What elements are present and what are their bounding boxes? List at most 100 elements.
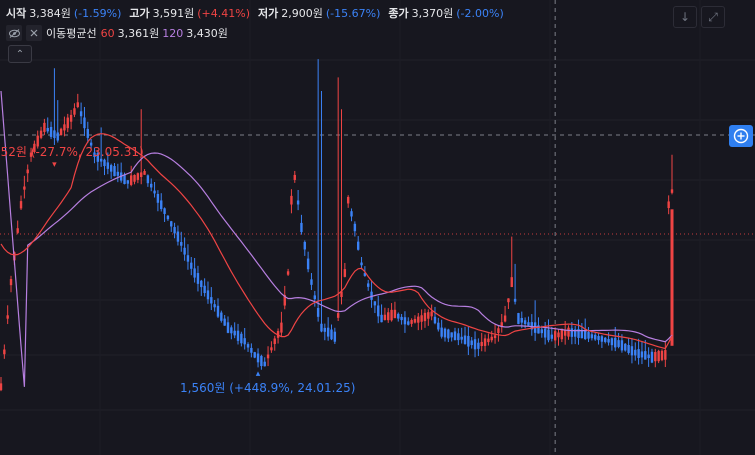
candle-body [420, 315, 423, 322]
candle-body [63, 124, 66, 131]
candle-body [393, 309, 397, 319]
candle-body [266, 354, 270, 359]
candle-body [196, 273, 200, 284]
candle-body [150, 183, 153, 188]
candle-body [193, 268, 196, 278]
candle-body [203, 285, 206, 294]
candle-body [650, 351, 654, 363]
candle-body [350, 211, 353, 217]
period-low-annotation: 1,560원 (+448.9%, 24.01.25) [180, 381, 356, 395]
candle-body [206, 290, 210, 300]
candle-body [644, 351, 647, 360]
candle-body [427, 312, 430, 319]
candle-body [176, 231, 180, 242]
candle-body [46, 127, 49, 132]
candle-body [457, 333, 460, 341]
download-icon: ↓ [679, 10, 691, 24]
candle-body [323, 327, 327, 332]
close-change: (-2.00%) [456, 7, 504, 20]
candle-body [320, 323, 323, 332]
candle-body [473, 339, 477, 350]
candle-body [180, 242, 183, 246]
candle-body [630, 346, 634, 356]
candle-body [614, 337, 617, 348]
candle-body [373, 301, 377, 306]
price-chart[interactable]: ▾▴ [0, 0, 755, 455]
close-icon[interactable] [26, 25, 42, 41]
candle-body [293, 174, 296, 180]
candle-body [403, 317, 407, 325]
candle-body [230, 327, 233, 334]
candle-body [273, 338, 276, 345]
candle-body [637, 349, 640, 358]
candle-body [160, 200, 163, 210]
chart-grid [0, 0, 755, 455]
candle-body [116, 171, 120, 176]
high-marker-arrow: ▾ [52, 160, 57, 170]
candle-body [387, 312, 390, 321]
candle-body [270, 347, 273, 351]
collapse-legend-button[interactable]: ⌃ [8, 45, 32, 63]
visibility-toggle-icon[interactable] [6, 25, 22, 41]
fullscreen-button[interactable]: ⤢ [701, 6, 725, 28]
candle-body [503, 315, 507, 322]
candle-body [300, 222, 303, 233]
download-button[interactable]: ↓ [673, 6, 697, 28]
candle-body [610, 338, 614, 346]
candle-body [540, 329, 544, 334]
candle-body [210, 297, 213, 304]
candle-body [69, 114, 73, 122]
candle-body [0, 383, 3, 391]
candle-body [3, 349, 6, 355]
candle-body [617, 340, 620, 347]
moving-average-legend: 이동평균선 60 3,361원 120 3,430원 [6, 25, 231, 41]
ma120-period: 120 [162, 26, 184, 40]
candle-body [607, 339, 610, 343]
candle-body [226, 322, 230, 333]
candle-body [667, 201, 670, 209]
candle-body [450, 332, 453, 338]
candle-body [103, 159, 106, 167]
candle-body [657, 350, 660, 362]
candle-body [83, 117, 86, 129]
candle-body [129, 175, 133, 185]
candle-body [326, 327, 330, 337]
candle-body [303, 241, 306, 250]
candle-body [113, 166, 116, 177]
candle-body [223, 318, 226, 326]
candle-body [250, 347, 253, 353]
candle-body [6, 315, 9, 319]
add-order-button[interactable] [729, 125, 753, 147]
candle-body [173, 227, 176, 234]
candle-body [490, 336, 493, 341]
candle-body [19, 201, 23, 209]
candle-body [253, 352, 256, 358]
candle-body [654, 352, 657, 362]
candle-body [336, 313, 340, 318]
candle-body [477, 342, 480, 349]
candle-body [343, 269, 347, 277]
candle-body [570, 328, 574, 337]
candle-body [417, 316, 420, 323]
candle-body [56, 132, 59, 141]
candle-body [493, 335, 497, 339]
candle-body [594, 334, 597, 340]
candlestick-series [0, 59, 674, 392]
candle-body [243, 338, 246, 345]
candle-body [136, 173, 140, 180]
candle-body [397, 313, 400, 319]
low-marker-arrow: ▴ [256, 369, 261, 379]
candle-body [109, 165, 113, 172]
candle-body [39, 130, 43, 138]
ma60-value: 3,361원 [117, 27, 160, 40]
candle-body [356, 241, 360, 250]
high-change: (+4.41%) [197, 7, 250, 20]
candle-body [86, 129, 89, 138]
fullscreen-icon: ⤢ [708, 9, 718, 24]
candle-body [567, 327, 570, 337]
candle-body [23, 186, 26, 190]
candle-body [59, 128, 63, 136]
candle-body [79, 111, 83, 117]
low-value: 2,900원 [281, 7, 323, 20]
candle-body [634, 349, 637, 356]
